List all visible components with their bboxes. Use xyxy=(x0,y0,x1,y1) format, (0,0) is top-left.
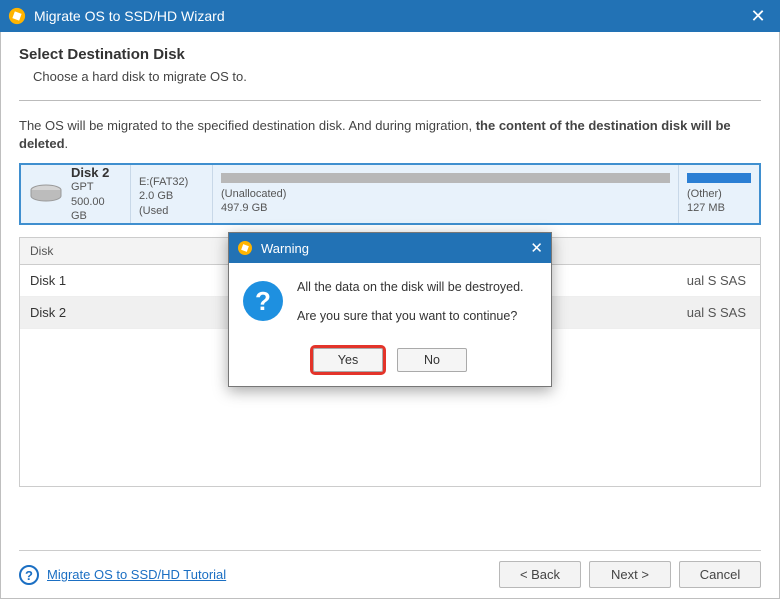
selected-disk-panel[interactable]: Disk 2 GPT 500.00 GB E:(FAT32) 2.0 GB (U… xyxy=(19,163,761,225)
window-title: Migrate OS to SSD/HD Wizard xyxy=(34,8,744,24)
partition-1[interactable]: (Unallocated) 497.9 GB xyxy=(213,165,679,223)
main-titlebar: Migrate OS to SSD/HD Wizard ✕ xyxy=(0,0,780,32)
partition-size: 497.9 GB xyxy=(221,201,670,215)
warning-dialog: Warning ✕ ? All the data on the disk wil… xyxy=(228,232,552,387)
partition-size: 2.0 GB (Used xyxy=(139,189,204,218)
hdd-icon xyxy=(29,184,63,204)
question-icon: ? xyxy=(243,281,283,321)
tutorial-link[interactable]: Migrate OS to SSD/HD Tutorial xyxy=(47,567,226,582)
app-icon xyxy=(237,240,253,256)
no-button[interactable]: No xyxy=(397,348,467,372)
next-button[interactable]: Next > xyxy=(589,561,671,588)
partition-bar xyxy=(687,173,751,183)
migration-warning: The OS will be migrated to the specified… xyxy=(19,117,761,153)
close-icon[interactable]: ✕ xyxy=(744,6,772,27)
wizard-footer: ? Migrate OS to SSD/HD Tutorial < Back N… xyxy=(19,550,761,588)
disk-summary: Disk 2 GPT 500.00 GB xyxy=(21,165,131,223)
cancel-button[interactable]: Cancel xyxy=(679,561,761,588)
divider xyxy=(19,100,761,101)
dialog-message: All the data on the disk will be destroy… xyxy=(297,277,524,328)
svg-text:?: ? xyxy=(25,568,33,583)
page-subtitle: Choose a hard disk to migrate OS to. xyxy=(33,69,761,84)
disk-name: Disk 2 xyxy=(71,165,122,180)
dialog-title: Warning xyxy=(261,241,530,256)
app-icon xyxy=(8,7,26,25)
partition-label: E:(FAT32) xyxy=(139,175,204,189)
disk-scheme: GPT xyxy=(71,180,122,194)
partition-2[interactable]: (Other) 127 MB xyxy=(679,165,759,223)
dialog-line2: Are you sure that you want to continue? xyxy=(297,306,524,327)
page-title: Select Destination Disk xyxy=(19,46,761,63)
warning-pre: The OS will be migrated to the specified… xyxy=(19,118,476,133)
warning-post: . xyxy=(65,136,69,151)
help-icon[interactable]: ? xyxy=(19,565,39,585)
yes-button[interactable]: Yes xyxy=(313,348,383,372)
partition-size: 127 MB xyxy=(687,201,751,215)
partition-label: (Unallocated) xyxy=(221,187,670,201)
dialog-titlebar: Warning ✕ xyxy=(229,233,551,263)
disk-capacity: 500.00 GB xyxy=(71,195,122,224)
partition-label: (Other) xyxy=(687,187,751,201)
dialog-line1: All the data on the disk will be destroy… xyxy=(297,277,524,298)
partition-bar xyxy=(221,173,670,183)
partition-0[interactable]: E:(FAT32) 2.0 GB (Used xyxy=(131,165,213,223)
dialog-close-icon[interactable]: ✕ xyxy=(530,239,543,257)
row-disk-note: ual S SAS xyxy=(640,299,760,326)
back-button[interactable]: < Back xyxy=(499,561,581,588)
row-disk-note: ual S SAS xyxy=(640,267,760,294)
